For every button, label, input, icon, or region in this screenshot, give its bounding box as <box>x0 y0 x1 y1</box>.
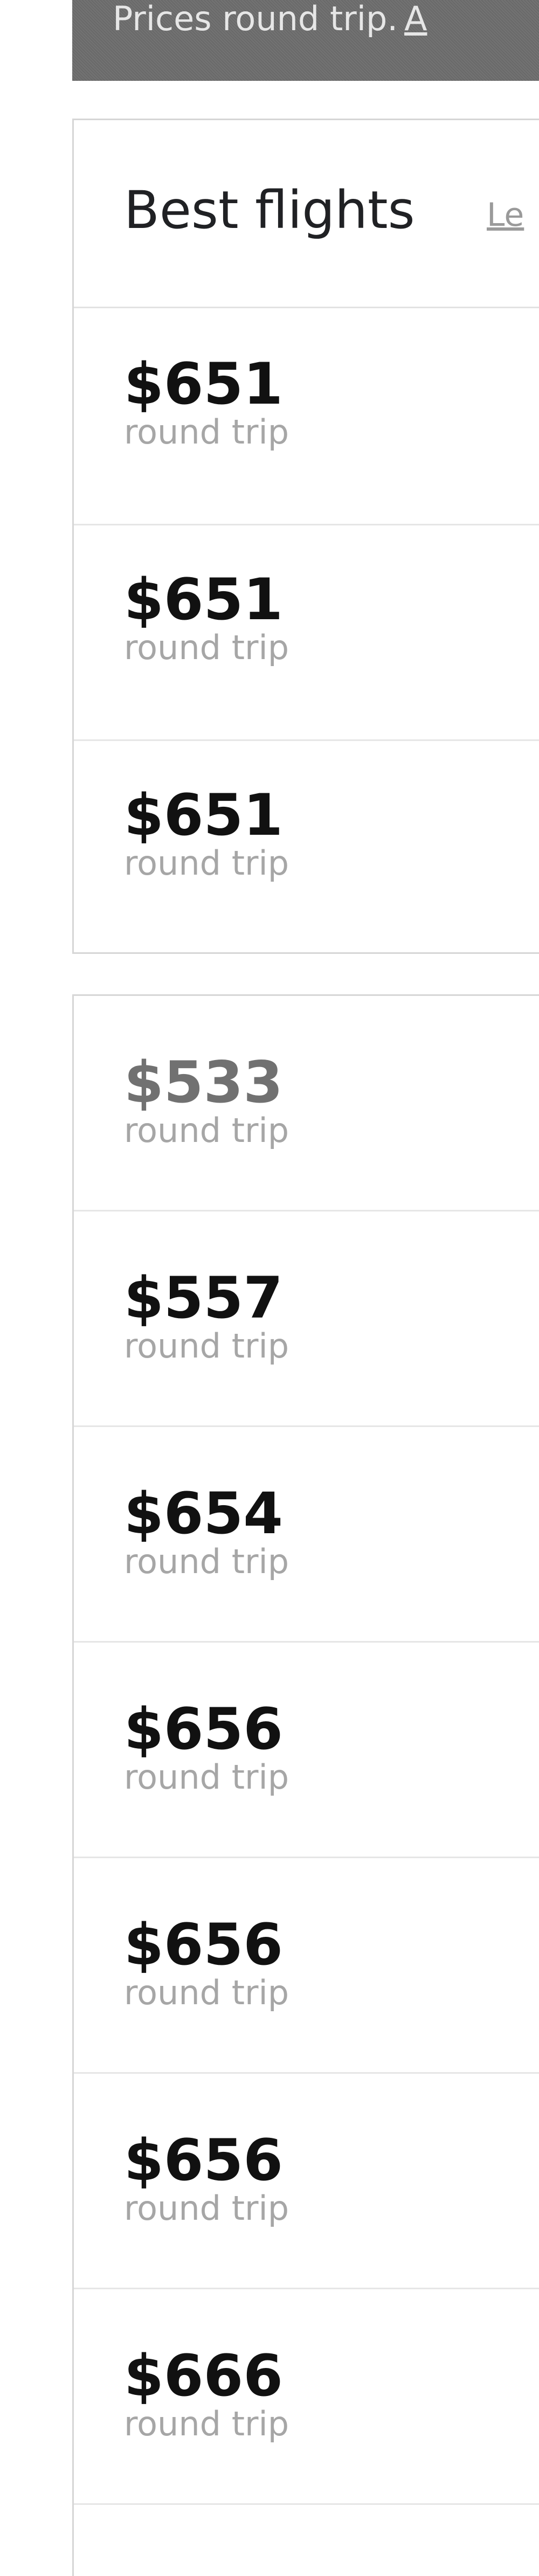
round-trip-label: round trip <box>124 1111 289 1150</box>
flight-row[interactable]: $651 round trip <box>74 741 539 957</box>
best-flights-section: Best flights Le $651 round trip $651 rou… <box>72 119 539 954</box>
flight-row[interactable]: $651 round trip <box>74 525 539 741</box>
flight-row[interactable]: $557 round trip <box>74 1211 539 1427</box>
flight-price: $651 <box>124 351 284 417</box>
other-flights-section: $533 round trip $557 round trip $654 rou… <box>72 994 539 2576</box>
flight-price: $666 <box>124 2343 284 2409</box>
flight-price: $533 <box>124 1049 284 1116</box>
round-trip-label: round trip <box>124 628 289 667</box>
round-trip-label: round trip <box>124 1326 289 1366</box>
flight-row[interactable]: $654 round trip <box>74 1427 539 1643</box>
price-info-link[interactable]: A <box>404 0 427 38</box>
round-trip-label: round trip <box>124 2189 289 2228</box>
flight-price: $656 <box>124 1912 284 1978</box>
learn-more-link[interactable]: Le <box>487 199 524 231</box>
flight-price: $656 <box>124 2127 284 2193</box>
flight-price: $651 <box>124 566 284 633</box>
price-info-label: Prices round trip. <box>113 0 398 38</box>
round-trip-label: round trip <box>124 412 289 452</box>
round-trip-label: round trip <box>124 1973 289 2012</box>
flight-row[interactable]: $656 round trip <box>74 1858 539 2074</box>
round-trip-label: round trip <box>124 1542 289 1581</box>
round-trip-label: round trip <box>124 2404 289 2443</box>
best-flights-header: Best flights Le <box>74 120 539 308</box>
price-info-text: Prices round trip. A <box>113 2 427 36</box>
flight-row[interactable]: $533 round trip <box>74 996 539 1211</box>
flight-row[interactable]: $656 round trip <box>74 1643 539 1858</box>
round-trip-label: round trip <box>124 843 289 883</box>
flights-results-page: Prices round trip. A Best flights Le $651… <box>0 0 539 2576</box>
section-title: Best flights <box>124 180 415 240</box>
price-info-banner: Prices round trip. A <box>72 0 539 81</box>
flight-row[interactable]: $656 round trip <box>74 2074 539 2289</box>
flight-price: $654 <box>124 1480 284 1547</box>
round-trip-label: round trip <box>124 1757 289 1797</box>
flight-price: $656 <box>124 1696 284 1762</box>
flight-row[interactable]: $666 round trip <box>74 2289 539 2505</box>
flight-row[interactable]: $651 round trip <box>74 310 539 525</box>
flight-price: $651 <box>124 782 284 848</box>
flight-price: $557 <box>124 1265 284 1331</box>
